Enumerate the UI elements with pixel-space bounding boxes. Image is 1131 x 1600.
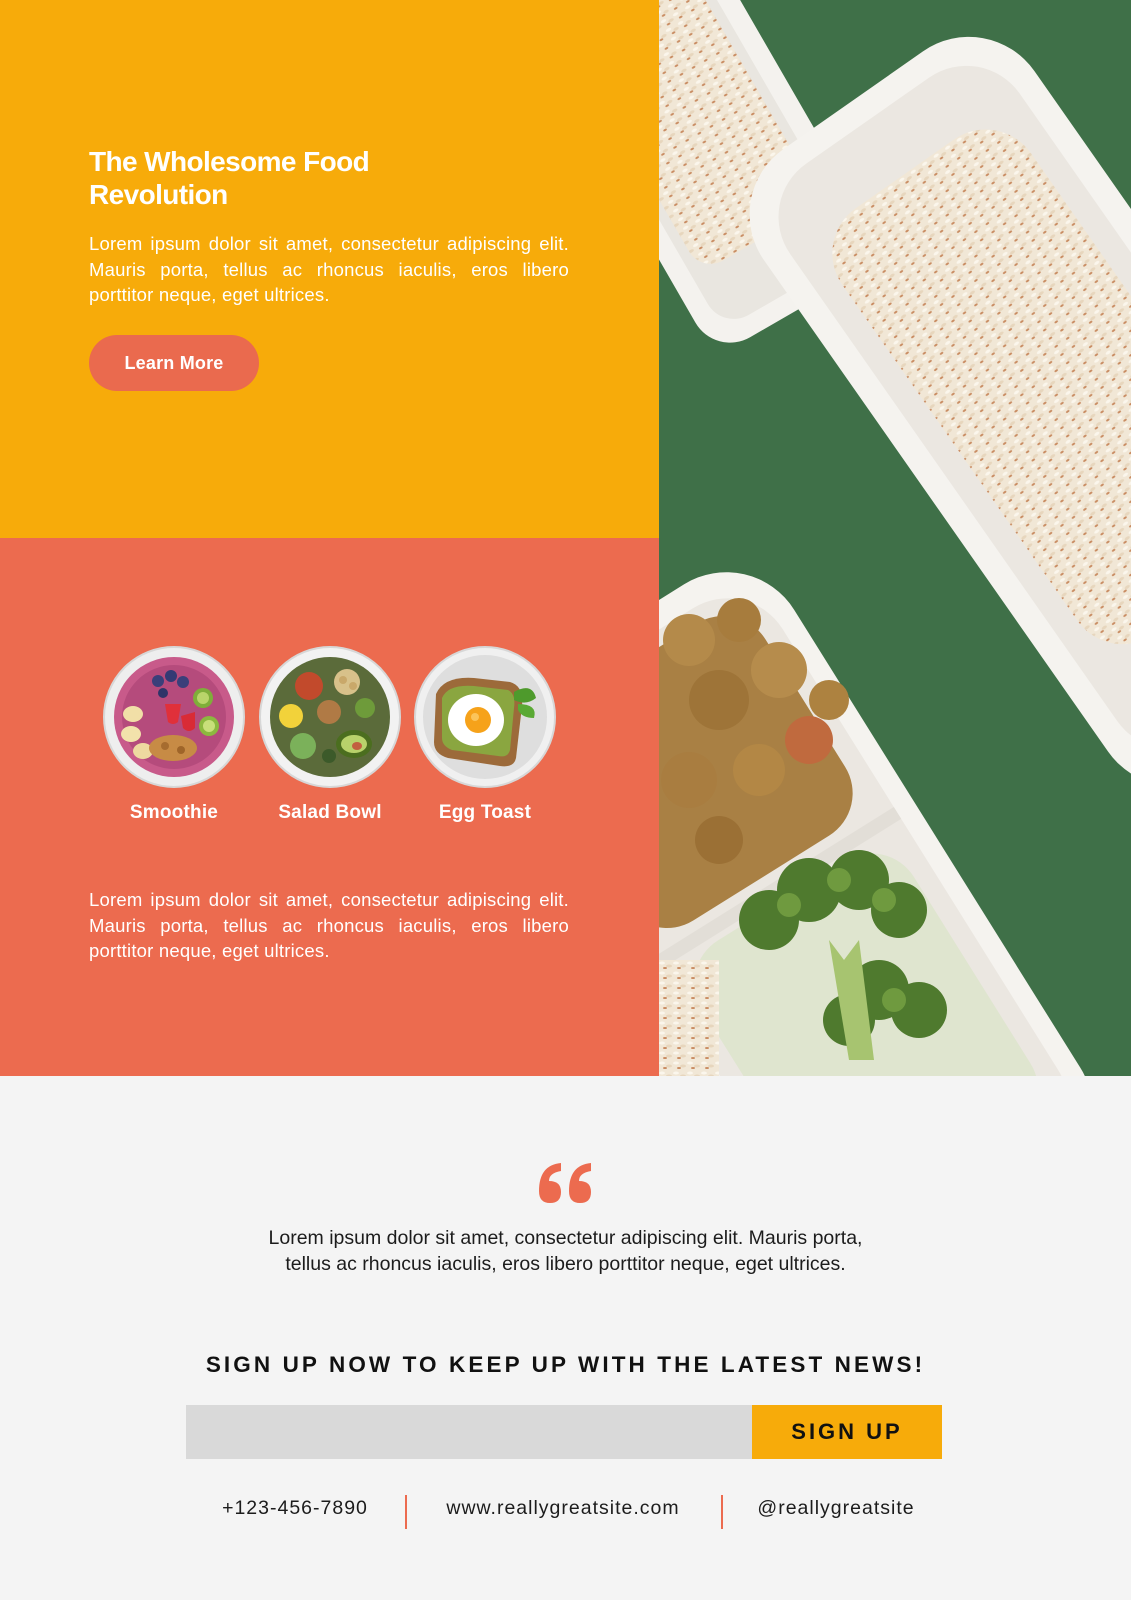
food-tray-photo <box>659 0 1131 1076</box>
intro-panel: The Wholesome Food Revolution Lorem ipsu… <box>0 0 659 538</box>
salad-bowl-icon <box>259 646 401 788</box>
intro-text: Lorem ipsum dolor sit amet, consectetur … <box>89 233 569 305</box>
title-line-2: Revolution <box>89 179 228 210</box>
email-field[interactable] <box>186 1405 752 1459</box>
menu-item-smoothie[interactable]: Smoothie <box>103 646 245 823</box>
phone-number: +123-456-7890 <box>222 1497 368 1519</box>
menu-item-label: Egg Toast <box>438 802 532 823</box>
testimonial-line-1: Lorem ipsum dolor sit amet, consectetur … <box>268 1227 863 1249</box>
social-handle[interactable]: @reallygreatsite <box>726 1497 946 1520</box>
contact-divider <box>405 1495 407 1529</box>
menu-item-label: Smoothie <box>129 802 219 823</box>
website-link[interactable]: www.reallygreatsite.com <box>418 1497 708 1520</box>
menu-item-salad-bowl[interactable]: Salad Bowl <box>259 646 401 823</box>
learn-more-button[interactable]: Learn More <box>89 335 259 391</box>
signup-heading: SIGN UP NOW TO KEEP UP WITH THE LATEST N… <box>205 1352 926 1377</box>
contact-divider <box>721 1495 723 1529</box>
menu-description: Lorem ipsum dolor sit amet, consectetur … <box>89 889 569 961</box>
title-line-1: The Wholesome Food <box>89 146 370 177</box>
sign-up-button[interactable]: SIGN UP <box>752 1405 942 1459</box>
testimonial-line-2: tellus ac rhoncus iaculis, eros libero p… <box>285 1252 846 1275</box>
egg-toast-icon <box>414 646 556 788</box>
hero-section: The Wholesome Food Revolution Lorem ipsu… <box>0 0 1131 1076</box>
page-title: The Wholesome Food Revolution <box>89 145 509 211</box>
testimonial-text: Lorem ipsum dolor sit amet, consectetur … <box>200 1226 931 1277</box>
smoothie-bowl-icon <box>103 646 245 788</box>
quote-icon <box>539 1163 591 1203</box>
meal-tray-image <box>659 0 1131 1076</box>
menu-item-egg-toast[interactable]: Egg Toast <box>414 646 556 823</box>
